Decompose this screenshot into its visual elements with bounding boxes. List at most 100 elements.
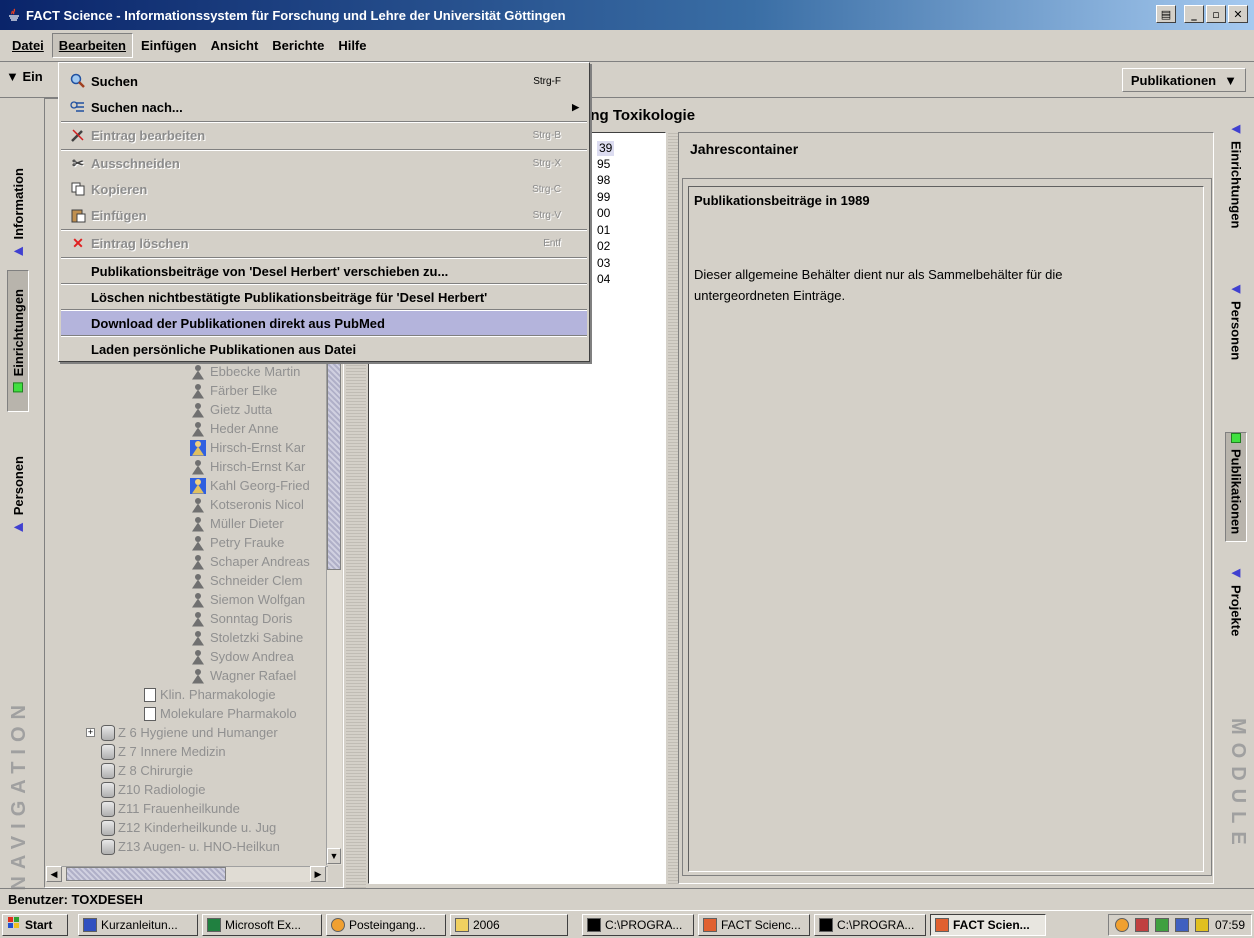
menu-item-pubmed-download[interactable]: Download der Publikationen direkt aus Pu…: [61, 311, 587, 335]
navigation-dropdown[interactable]: ▼ Ein: [6, 69, 43, 84]
menu-item-einfuegen[interactable]: Einfügen Strg-V: [61, 203, 587, 227]
module-select-value: Publikationen: [1130, 72, 1217, 88]
nav-tab-einrichtungen[interactable]: Einrichtungen: [7, 270, 29, 412]
task-label: FACT Scienc...: [721, 917, 801, 932]
scroll-left-icon[interactable]: ◀: [46, 866, 62, 882]
task-button[interactable]: Kurzanleitun...: [78, 913, 198, 936]
year-item[interactable]: 95: [597, 157, 610, 172]
java-app-icon: [935, 917, 949, 932]
tree-person[interactable]: Hirsch-Ernst Kar: [190, 457, 305, 476]
tree-person[interactable]: Hirsch-Ernst Kar: [190, 438, 305, 457]
task-button[interactable]: Posteingang...: [326, 913, 446, 936]
close-button[interactable]: ✕: [1228, 5, 1248, 23]
menu-item-verschieben[interactable]: Publikationsbeiträge von 'Desel Herbert'…: [61, 259, 587, 283]
year-item[interactable]: 03: [597, 256, 610, 271]
tree-person[interactable]: Färber Elke: [190, 381, 277, 400]
year-item[interactable]: 39: [597, 141, 615, 156]
menu-item-ausschneiden[interactable]: ✂ Ausschneiden Strg-X: [61, 151, 587, 175]
tree-department[interactable]: Z10 Radiologie: [101, 780, 205, 799]
menu-item-laden-datei[interactable]: Laden persönliche Publikationen aus Date…: [61, 337, 587, 361]
menu-item-suchen[interactable]: Suchen Strg-F: [61, 69, 587, 93]
tree-department[interactable]: + Z 6 Hygiene und Humanger: [86, 723, 278, 742]
splitter-handle[interactable]: [668, 132, 678, 884]
tree-person[interactable]: Wagner Rafael: [190, 666, 296, 685]
year-item[interactable]: 02: [597, 239, 610, 254]
menu-berichte[interactable]: Berichte: [266, 34, 330, 57]
menu-ansicht[interactable]: Ansicht: [205, 34, 265, 57]
restore-layout-icon[interactable]: ▤: [1156, 5, 1176, 23]
tree-item-label: Schneider Clem: [210, 573, 303, 588]
menu-hilfe[interactable]: Hilfe: [332, 34, 372, 57]
nav-tab-information[interactable]: ▶ Information: [7, 138, 29, 288]
tree-person[interactable]: Petry Frauke: [190, 533, 284, 552]
active-indicator-icon: [13, 382, 23, 393]
tree-department[interactable]: Z12 Kinderheilkunde u. Jug: [101, 818, 276, 837]
delete-x-icon: ✕: [72, 234, 84, 251]
person-icon: [190, 592, 206, 608]
task-button[interactable]: FACT Scienc...: [698, 913, 810, 936]
year-item[interactable]: 00: [597, 206, 610, 221]
tree-person[interactable]: Stoletzki Sabine: [190, 628, 303, 647]
tree-person[interactable]: Müller Dieter: [190, 514, 284, 533]
year-item[interactable]: 01: [597, 223, 610, 238]
tree-person[interactable]: Schaper Andreas: [190, 552, 310, 571]
tree-subunit[interactable]: Klin. Pharmakologie: [144, 685, 276, 704]
task-button[interactable]: Microsoft Ex...: [202, 913, 322, 936]
person-icon: [190, 668, 206, 684]
tree-person[interactable]: Gietz Jutta: [190, 400, 272, 419]
menu-datei[interactable]: Datei: [6, 34, 50, 57]
task-button[interactable]: 2006: [450, 913, 568, 936]
tree-department[interactable]: Z 7 Innere Medizin: [101, 742, 226, 761]
scroll-down-icon[interactable]: ▼: [327, 848, 341, 864]
menu-item-label: Eintrag bearbeiten: [91, 127, 206, 143]
tree-subunit[interactable]: Molekulare Pharmakolo: [144, 704, 297, 723]
tree-person[interactable]: Heder Anne: [190, 419, 279, 438]
tree-person[interactable]: Sonntag Doris: [190, 609, 292, 628]
scroll-right-icon[interactable]: ▶: [310, 866, 326, 882]
tree-department[interactable]: Z11 Frauenheilkunde: [101, 799, 240, 818]
menu-item-loeschen-nichtbestaetigte[interactable]: Löschen nichtbestätigte Publikationsbeit…: [61, 285, 587, 309]
active-indicator-icon: [1231, 433, 1241, 443]
year-item[interactable]: 99: [597, 190, 610, 205]
module-tab-einrichtungen[interactable]: ◀ Einrichtungen: [1225, 122, 1247, 252]
task-button-active[interactable]: FACT Scien...: [930, 913, 1046, 936]
menu-item-eintrag-bearbeiten[interactable]: Eintrag bearbeiten Strg-B: [61, 123, 587, 147]
year-item[interactable]: 04: [597, 272, 610, 287]
year-item[interactable]: 98: [597, 173, 610, 188]
expand-icon[interactable]: +: [86, 728, 95, 737]
tree-vertical-scroll-thumb[interactable]: [327, 330, 341, 570]
minimize-button[interactable]: _: [1184, 5, 1204, 23]
menu-bearbeiten[interactable]: Bearbeiten: [51, 33, 133, 58]
module-select[interactable]: Publikationen ▼: [1121, 68, 1246, 92]
tree-department[interactable]: Z13 Augen- u. HNO-Heilkun: [101, 837, 280, 856]
task-button[interactable]: C:\PROGRA...: [582, 913, 694, 936]
tree-person[interactable]: Schneider Clem: [190, 571, 303, 590]
tree-person[interactable]: Kahl Georg-Fried: [190, 476, 310, 495]
tree-horizontal-scroll-thumb[interactable]: [66, 867, 226, 881]
magnifier-icon: [67, 73, 89, 89]
menu-item-eintrag-loeschen[interactable]: ✕ Eintrag löschen Entf: [61, 231, 587, 255]
antivirus-tray-icon[interactable]: [1154, 917, 1169, 932]
tree-person[interactable]: Kotseronis Nicol: [190, 495, 304, 514]
grid-tray-icon[interactable]: [1174, 917, 1189, 932]
menu-item-suchen-nach[interactable]: Suchen nach... ▶: [61, 95, 587, 119]
edit-menu-dropdown: Suchen Strg-F Suchen nach... ▶ Eintrag b…: [58, 62, 590, 362]
module-tab-publikationen[interactable]: Publikationen: [1225, 432, 1247, 542]
menu-einfuegen[interactable]: Einfügen: [135, 34, 203, 57]
nav-tab-personen[interactable]: ▶ Personen: [7, 436, 29, 554]
outlook-tray-icon[interactable]: [1114, 917, 1129, 932]
module-tab-projekte[interactable]: ◀ Projekte: [1225, 566, 1247, 656]
menu-item-kopieren[interactable]: Kopieren Strg-C: [61, 177, 587, 201]
tree-department[interactable]: Z 8 Chirurgie: [101, 761, 193, 780]
tree-person[interactable]: Sydow Andrea: [190, 647, 294, 666]
database-icon: [101, 762, 115, 779]
tree-person[interactable]: Siemon Wolfgan: [190, 590, 305, 609]
tree-person[interactable]: Ebbecke Martin: [190, 362, 300, 381]
start-button[interactable]: Start: [2, 913, 68, 936]
pencil-tray-icon[interactable]: [1194, 917, 1209, 932]
task-button[interactable]: C:\PROGRA...: [814, 913, 926, 936]
maximize-button[interactable]: ▫: [1206, 5, 1226, 23]
network-tray-icon[interactable]: [1134, 917, 1149, 932]
module-tab-personen[interactable]: ◀ Personen: [1225, 282, 1247, 382]
menu-label: Einfügen: [141, 38, 197, 53]
